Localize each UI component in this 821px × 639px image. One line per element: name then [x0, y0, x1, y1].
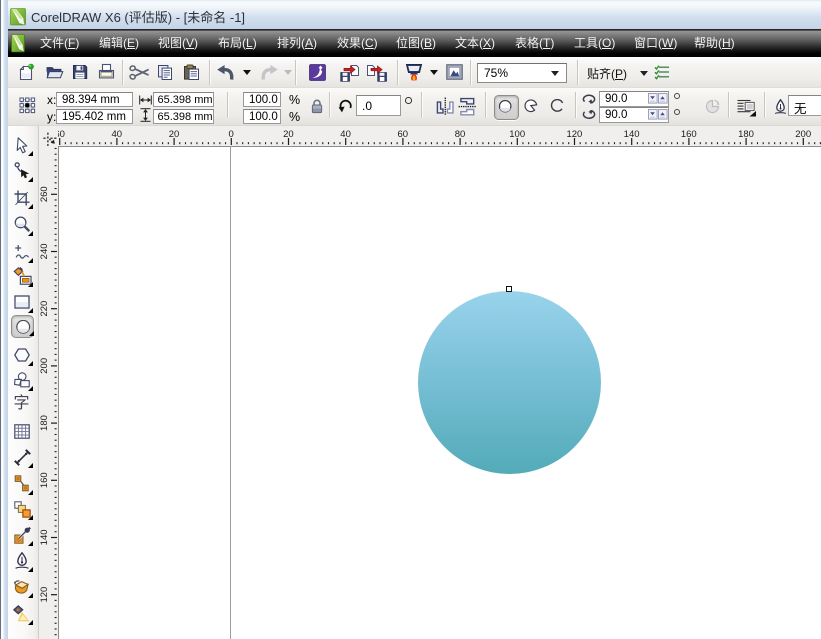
svg-text:120: 120 [39, 587, 50, 603]
svg-text:220: 220 [39, 301, 50, 317]
svg-text:20: 20 [169, 129, 180, 140]
svg-text:140: 140 [39, 529, 50, 545]
svg-text:100: 100 [509, 129, 525, 140]
svg-text:180: 180 [39, 415, 50, 431]
svg-text:260: 260 [39, 186, 50, 202]
svg-text:20: 20 [283, 129, 294, 140]
svg-text:40: 40 [112, 129, 123, 140]
svg-text:240: 240 [39, 243, 50, 259]
svg-text:200: 200 [795, 129, 811, 140]
svg-text:180: 180 [738, 129, 754, 140]
svg-text:60: 60 [398, 129, 409, 140]
svg-text:60: 60 [58, 129, 65, 140]
svg-text:80: 80 [455, 129, 466, 140]
svg-text:200: 200 [39, 358, 50, 374]
svg-text:40: 40 [340, 129, 351, 140]
svg-text:120: 120 [566, 129, 582, 140]
svg-text:160: 160 [39, 472, 50, 488]
svg-text:0: 0 [229, 129, 234, 140]
svg-text:140: 140 [624, 129, 640, 140]
svg-text:160: 160 [681, 129, 697, 140]
